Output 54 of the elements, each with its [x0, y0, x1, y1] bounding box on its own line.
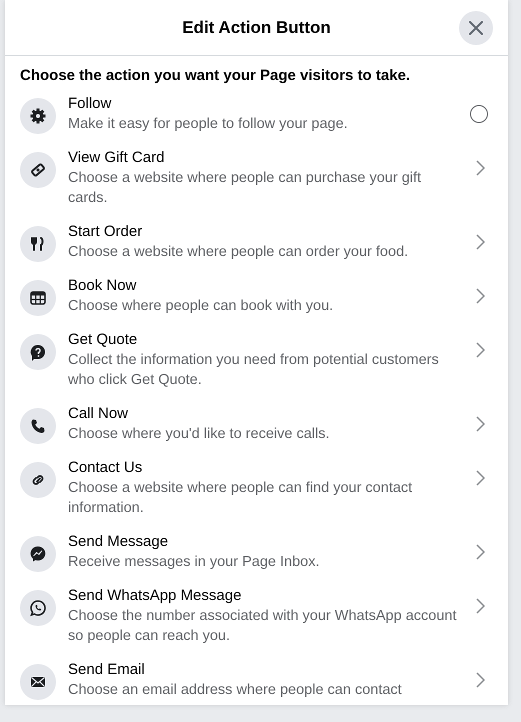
action-title: Send Message: [68, 532, 170, 552]
link-icon: [20, 462, 56, 498]
action-description: Choose an email address where people can contact: [68, 681, 403, 700]
action-title: Start Order: [68, 222, 144, 242]
action-description: Choose a website where people can purchase your gift cards.: [68, 169, 422, 208]
action-description: Choose where you'd like to receive calls.: [68, 425, 330, 444]
action-title: Call Now: [68, 404, 130, 424]
action-title: Send Email: [68, 660, 146, 680]
action-description: Choose the number associated with your WhatsApp account so people can reach you.: [68, 607, 458, 646]
whatsapp-icon: [20, 590, 56, 626]
chevron-right-icon: [476, 342, 485, 358]
ticket-icon: [20, 152, 56, 188]
action-option[interactable]: Contact Us Choose a website where people can find your contact information.: [20, 456, 492, 530]
action-option[interactable]: View Gift Card Choose a website where people can purchase your gift cards.: [20, 146, 492, 220]
action-title: Book Now: [68, 276, 138, 296]
action-option[interactable]: Get Quote Collect the information you need from potential customers who click Get Quote.: [20, 328, 492, 402]
action-title: Contact Us: [68, 458, 144, 478]
action-description: Collect the information you need from potential customers who click Get Quote.: [68, 351, 440, 390]
action-title: Follow: [68, 94, 112, 114]
action-option[interactable]: Send Email Choose an email address where people can contact: [20, 658, 492, 705]
action-option[interactable]: Book Now Choose where people can book with you.: [20, 274, 492, 328]
chevron-right-icon: [476, 544, 485, 560]
action-description: Choose where people can book with you.: [68, 297, 334, 316]
close-button[interactable]: [459, 11, 493, 45]
chevron-right-icon: [476, 288, 485, 304]
action-option[interactable]: Call Now Choose where you'd like to receive calls.: [20, 402, 492, 456]
chevron-right-icon: [476, 234, 485, 250]
envelope-icon: [20, 664, 56, 700]
utensils-icon: [20, 226, 56, 262]
action-title: Send WhatsApp Message: [68, 586, 242, 606]
close-icon: [469, 21, 483, 35]
action-option[interactable]: Follow Make it easy for people to follow your page.: [20, 92, 492, 146]
radio-button[interactable]: [470, 105, 488, 123]
action-description: Choose a website where people can find your contact information.: [68, 479, 414, 518]
chevron-right-icon: [476, 470, 485, 486]
action-option[interactable]: Start Order Choose a website where people can order your food.: [20, 220, 492, 274]
phone-icon: [20, 408, 56, 444]
action-description: Receive messages in your Page Inbox.: [68, 553, 320, 572]
dialog-title: Edit Action Button: [182, 18, 331, 38]
chevron-right-icon: [476, 598, 485, 614]
chevron-right-icon: [476, 160, 485, 176]
chevron-right-icon: [476, 416, 485, 432]
action-title: Get Quote: [68, 330, 138, 350]
action-option[interactable]: Send WhatsApp Message Choose the number associated with your WhatsApp account so people can reach you.: [20, 584, 492, 658]
question-bubble-icon: [20, 334, 56, 370]
action-option[interactable]: Send Message Receive messages in your Page Inbox.: [20, 530, 492, 584]
chevron-right-icon: [476, 672, 485, 688]
messenger-icon: [20, 536, 56, 572]
action-title: View Gift Card: [68, 148, 166, 168]
action-description: Make it easy for people to follow your page.: [68, 115, 349, 134]
gear-icon: [20, 98, 56, 134]
action-description: Choose a website where people can order your food.: [68, 243, 410, 262]
calendar-icon: [20, 280, 56, 316]
prompt-text: Choose the action you want your Page visitors to take.: [20, 66, 412, 86]
